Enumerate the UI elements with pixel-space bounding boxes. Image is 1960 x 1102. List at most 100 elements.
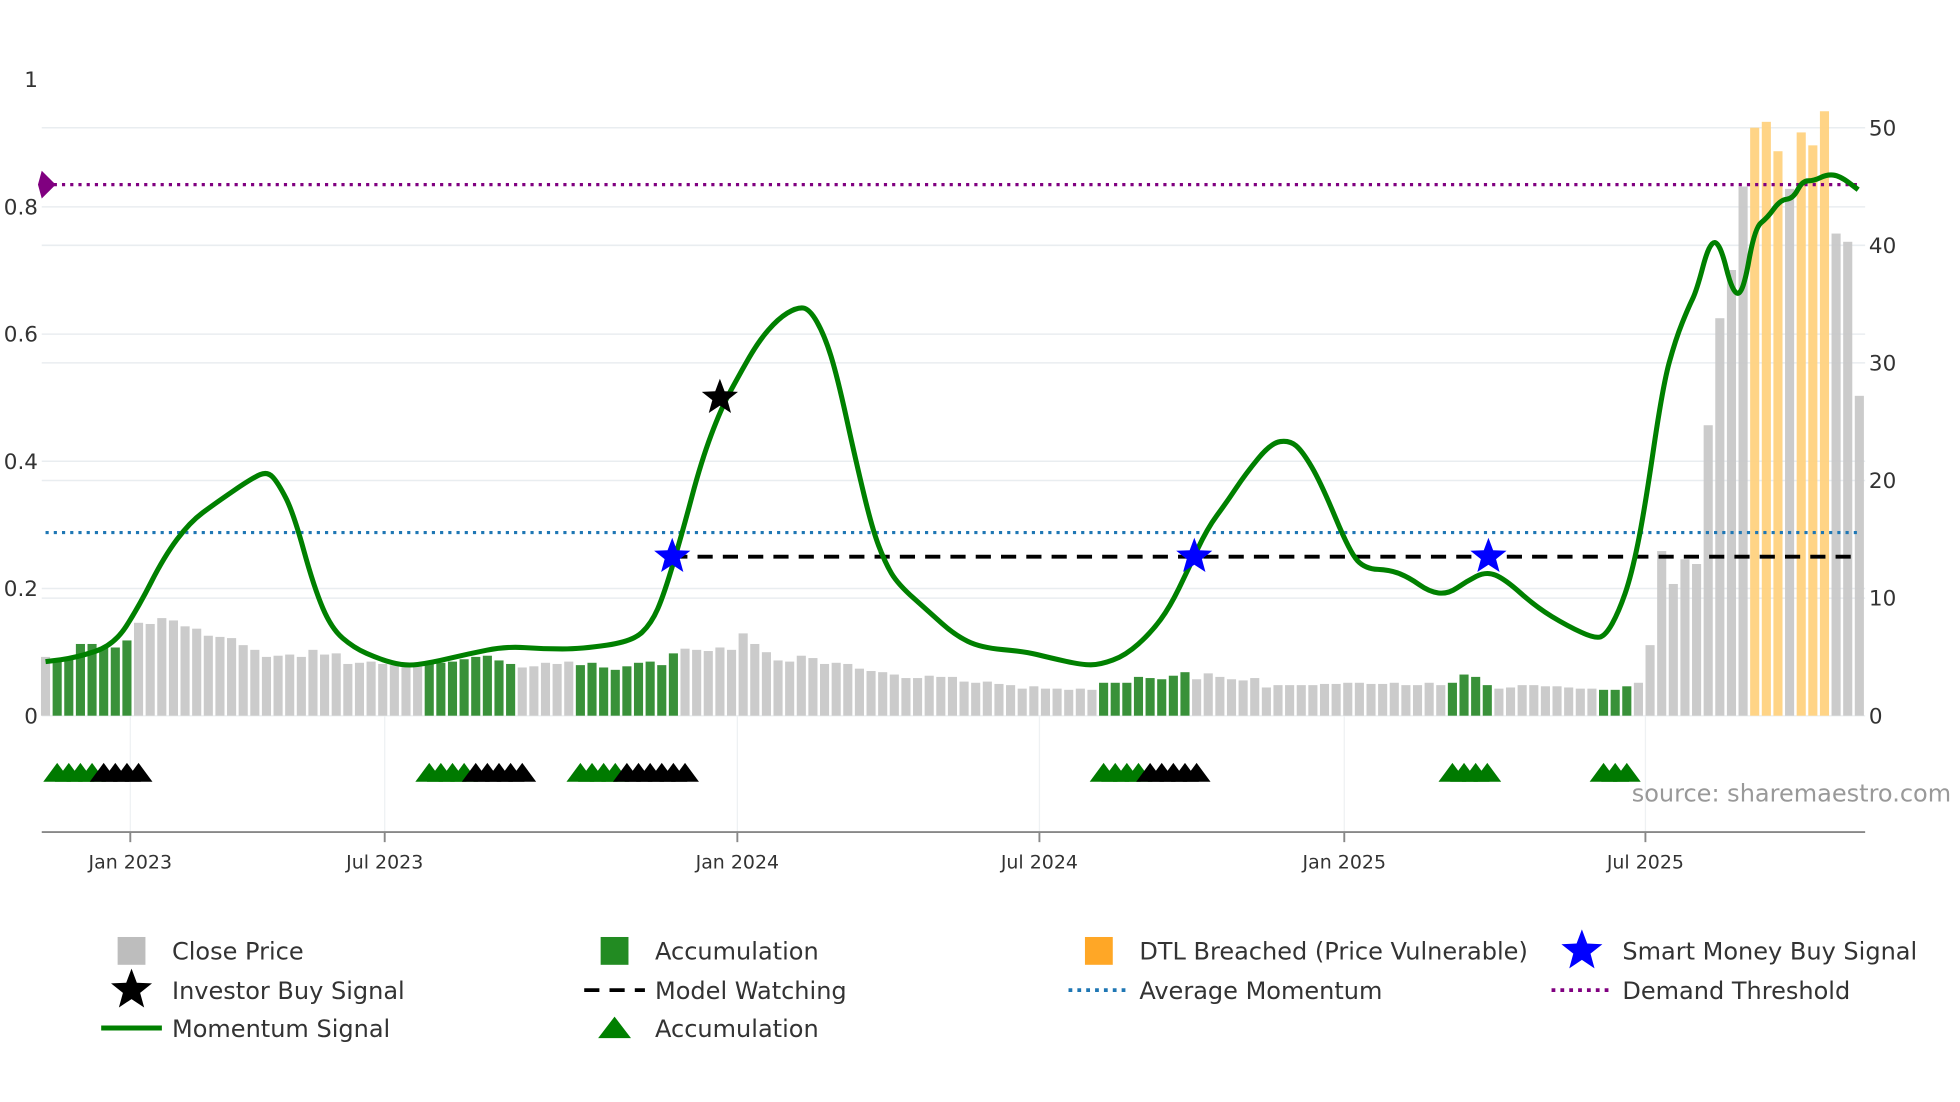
close-price-bar — [1412, 685, 1423, 716]
close-price-bar — [1378, 683, 1388, 716]
close-price-bar — [1052, 688, 1062, 716]
axes: 00.20.40.60.8101020304050Jan 2023 Jul 202… — [4, 68, 1951, 873]
close-price-bar — [1331, 683, 1341, 716]
legend-square-icon — [1084, 936, 1113, 965]
close-price-bar — [343, 663, 353, 716]
accumulation-bar — [1459, 674, 1469, 716]
x-axis-tick-label: Jan 2025 — [1302, 852, 1386, 874]
close-price-bar — [1645, 645, 1655, 716]
right-axis-tick-label: 20 — [1869, 469, 1896, 494]
legend-label: Accumulation — [655, 1015, 819, 1043]
close-price-bar — [564, 661, 574, 716]
accumulation-bar — [1157, 679, 1167, 716]
close-price-bar — [1203, 673, 1213, 716]
close-price-bar — [1273, 685, 1283, 716]
close-price-bar — [773, 660, 783, 716]
close-price-bar — [552, 663, 562, 716]
close-price-bar — [715, 647, 725, 716]
close-price-bar — [994, 683, 1004, 716]
close-price-bar — [785, 661, 795, 716]
close-price-bar — [936, 676, 946, 716]
close-price-bar — [913, 678, 923, 716]
legend-label: Smart Money Buy Signal — [1622, 938, 1917, 966]
left-axis-tick-label: 0.2 — [4, 577, 38, 602]
legend: Close Price Accumulation DTL Breached (Pri… — [101, 929, 1917, 1043]
accumulation-bar — [1447, 682, 1457, 716]
legend-item: Accumulation — [600, 936, 819, 966]
close-price-bar — [273, 655, 283, 716]
legend-label: Demand Threshold — [1622, 977, 1850, 1005]
close-price-bar — [819, 663, 830, 716]
legend-label: DTL Breached (Price Vulnerable) — [1139, 938, 1528, 966]
close-price-bar — [1633, 682, 1643, 716]
accumulation-bar — [1133, 676, 1144, 716]
close-price-bar — [692, 649, 702, 716]
right-axis-tick-label: 50 — [1869, 116, 1896, 141]
accumulation-bar — [424, 663, 434, 716]
close-price-bar — [1517, 685, 1527, 716]
x-axis-tick-label: Jul 2023 — [345, 852, 423, 874]
x-axis-tick-label: Jul 2024 — [1000, 852, 1078, 874]
dtl-breached-bar — [1796, 132, 1806, 716]
close-price-bar — [901, 678, 911, 716]
close-price-bar — [366, 661, 376, 716]
accumulation-bar — [1110, 682, 1120, 716]
close-price-bar — [250, 649, 260, 716]
legend-label: Accumulation — [655, 938, 819, 966]
close-price-bar — [1226, 679, 1237, 716]
close-price-bar — [1006, 685, 1016, 716]
accumulation-bar — [599, 667, 609, 716]
legend-label: Close Price — [172, 938, 304, 966]
close-price-bar — [924, 675, 934, 716]
close-price-bar — [1726, 270, 1737, 716]
close-price-bar — [1040, 688, 1051, 716]
legend-label: Model Watching — [655, 977, 847, 1005]
close-price-bar — [517, 667, 527, 716]
legend-item: Accumulation — [598, 1015, 819, 1043]
close-price-bar — [1319, 683, 1330, 716]
accumulation-bar — [1145, 678, 1155, 716]
x-axis-tick-label: Jan 2024 — [695, 852, 779, 874]
close-price-bar — [1692, 563, 1702, 716]
close-price-bar — [285, 654, 295, 716]
reference-lines — [37, 170, 1860, 559]
close-price-bar — [796, 655, 806, 716]
x-axis-tick-label: Jan 2023 — [88, 852, 172, 874]
accumulation-bar — [447, 661, 458, 716]
close-price-bar — [1494, 688, 1504, 716]
accumulation-bar — [668, 653, 678, 716]
accumulation-bar — [1180, 672, 1190, 716]
close-price-bar — [703, 651, 713, 716]
close-price-bar — [1389, 682, 1399, 716]
legend-item: Smart Money Buy Signal — [1561, 929, 1917, 969]
close-price-bar — [1215, 676, 1225, 716]
close-price-bar — [540, 662, 551, 716]
close-price-bar — [331, 653, 341, 716]
close-price-bar — [726, 649, 737, 716]
close-price-bar — [1575, 688, 1585, 716]
close-price-bar — [680, 648, 690, 716]
dtl-breached-bar — [1750, 127, 1760, 716]
close-price-bar — [808, 658, 818, 716]
close-price-bar — [947, 676, 957, 716]
close-price-bar — [1843, 241, 1853, 716]
accumulation-bar — [575, 665, 585, 716]
demand-threshold-marker — [37, 170, 56, 199]
close-price-bar — [1657, 551, 1667, 716]
close-price-bar — [1424, 682, 1434, 716]
close-price-bar — [320, 654, 330, 716]
close-price-bar — [227, 638, 237, 716]
accumulation-bar — [110, 647, 120, 716]
dtl-breached-bar — [1808, 145, 1818, 716]
close-price-bar — [982, 681, 992, 716]
close-price-bar — [1343, 682, 1353, 716]
accumulation-bar — [645, 661, 655, 716]
close-price-bar — [1250, 678, 1260, 716]
close-price-bar — [1285, 685, 1295, 716]
close-price-bar — [831, 662, 841, 716]
close-price-bar — [134, 622, 144, 716]
legend-square-icon — [117, 936, 146, 965]
close-price-bar — [1785, 188, 1795, 716]
close-price-bar — [215, 636, 225, 716]
left-axis-tick-label: 0.8 — [4, 195, 38, 220]
